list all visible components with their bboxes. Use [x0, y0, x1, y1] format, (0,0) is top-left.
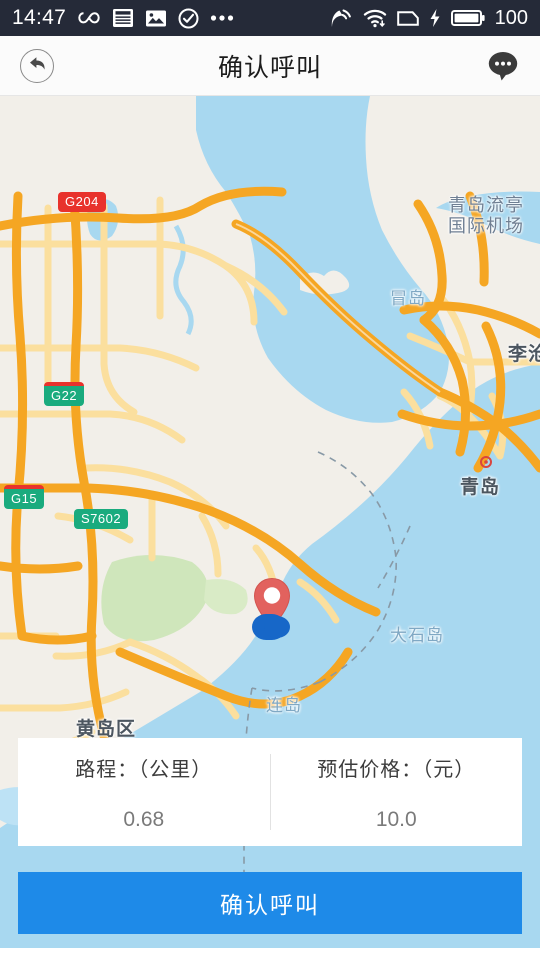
- sim-card-icon: [396, 9, 419, 28]
- distance-label: 路程：（公里）: [75, 756, 213, 781]
- map-label-qingdao: 青岛: [460, 476, 501, 498]
- bottom-strip: [0, 948, 540, 960]
- price-value: 10.0: [375, 807, 417, 831]
- status-bar-right: 100: [330, 7, 528, 30]
- image-icon: [145, 9, 167, 28]
- page-title: 确认呼叫: [217, 52, 322, 82]
- battery-icon: [450, 9, 485, 27]
- map-label-airport: 青岛流亭 国际机场: [448, 195, 524, 237]
- charging-bolt-icon: [429, 8, 441, 28]
- price-column: 预估价格：（元） 10.0: [271, 738, 523, 846]
- wifi-icon: [363, 8, 387, 28]
- map-label-dashidao: 大石岛: [390, 626, 444, 646]
- back-arrow-icon: [28, 55, 47, 76]
- chat-button[interactable]: [486, 50, 520, 82]
- road-shield-s7602: S7602: [74, 509, 129, 529]
- confirm-call-button[interactable]: 确认呼叫: [18, 872, 522, 934]
- map-label-liandao: 连岛: [266, 696, 302, 716]
- more-dots-icon: [210, 14, 234, 22]
- road-shield-g22: G22: [44, 382, 85, 406]
- infinity-icon: [77, 9, 101, 27]
- distance-value: 0.68: [123, 807, 165, 831]
- distance-column: 路程：（公里） 0.68: [18, 738, 270, 846]
- check-circle-icon: [178, 8, 199, 29]
- map-label-maodao: 冒岛: [390, 289, 426, 309]
- map-label-licang: 李沧: [508, 343, 540, 365]
- status-bar: 14:47 100: [0, 0, 540, 36]
- trip-info-card: 路程：（公里） 0.68 预估价格：（元） 10.0: [18, 738, 522, 846]
- chat-bubble-icon: [486, 51, 520, 86]
- current-location-dot-secondary: [264, 616, 290, 638]
- status-bar-left: 14:47: [12, 6, 234, 30]
- location-signal-icon: [330, 8, 353, 29]
- map-label-huangdaoqu: 黄岛区: [76, 718, 137, 740]
- status-clock: 14:47: [12, 6, 67, 29]
- road-shield-g204: G204: [58, 192, 106, 212]
- news-icon: [112, 8, 134, 28]
- road-shield-g15: G15: [4, 485, 45, 509]
- app-header: 确认呼叫: [0, 36, 540, 96]
- battery-percent: 100: [494, 6, 528, 29]
- price-label: 预估价格：（元）: [317, 756, 476, 781]
- back-button[interactable]: [20, 48, 54, 83]
